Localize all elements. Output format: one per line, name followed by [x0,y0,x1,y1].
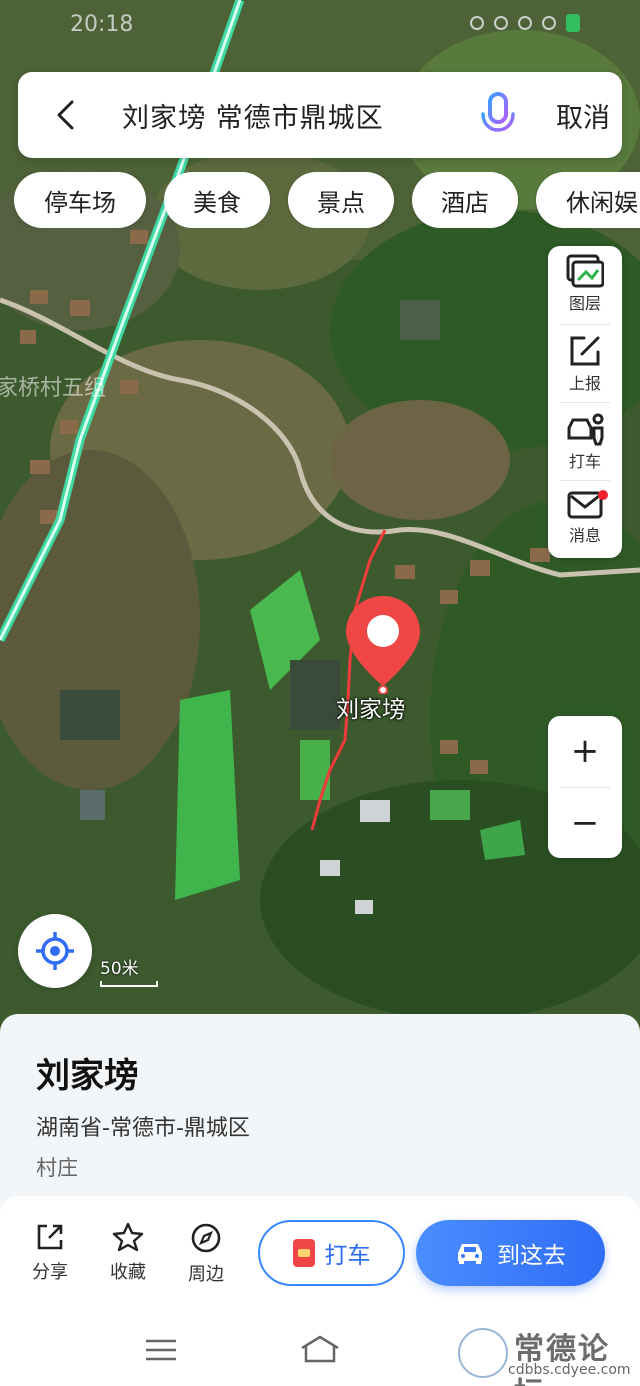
back-arrow-icon[interactable] [52,98,82,132]
share-label: 分享 [32,1262,68,1283]
alarm-status-icon [494,16,508,30]
taxi-tool-button[interactable]: 打车 [548,404,622,482]
go-here-button[interactable]: 到这去 [416,1220,605,1286]
zoom-out-button[interactable]: − [548,788,622,858]
village-map-label: 家桥村五组 [0,376,107,401]
layers-button[interactable]: 图层 [548,246,622,324]
location-status-icon [470,16,484,30]
locate-me-button[interactable] [18,914,92,988]
cancel-button[interactable]: 取消 [556,96,610,135]
map-scale: 50米 [100,954,158,987]
status-time: 20:18 [70,12,134,37]
menu-icon[interactable] [146,1338,176,1362]
go-here-label: 到这去 [497,1243,566,1269]
layers-icon [566,254,604,288]
report-button[interactable]: 上报 [548,326,622,404]
taxi-tool-label: 打车 [568,452,601,471]
home-icon[interactable] [298,1334,342,1364]
place-address: 湖南省-常德市-鼎城区 [36,1116,250,1141]
taxi-button-label: 打车 [324,1243,371,1269]
report-label: 上报 [568,374,601,393]
action-bar: 分享 收藏 周边 打车 到这去 [0,1196,640,1316]
crosshair-locate-icon [36,932,74,970]
car-icon [458,1244,482,1264]
taxi-button[interactable]: 打车 [258,1220,405,1286]
status-icons [470,14,580,32]
map-tools-panel: 图层 上报 打车 消息 [548,246,622,558]
charging-status-icon [542,16,556,30]
layers-label: 图层 [568,294,601,313]
place-type: 村庄 [36,1156,78,1180]
messages-button[interactable]: 消息 [548,482,622,560]
zoom-in-button[interactable]: + [548,716,622,786]
taxi-person-icon [567,413,604,446]
edit-report-icon [570,336,600,366]
messages-label: 消息 [568,526,601,545]
forum-watermark: 常德论坛 cdbbs.cdyee.com [458,1324,638,1386]
pin-label: 刘家塝 [336,697,405,723]
share-icon [37,1224,63,1250]
microphone-icon[interactable] [480,92,516,138]
chip-attractions[interactable]: 景点 [288,172,394,228]
scale-label: 50米 [100,959,139,979]
zoom-control: + − [548,716,622,858]
compass-icon [191,1223,221,1253]
location-pin-icon[interactable] [344,594,422,694]
chip-leisure[interactable]: 休闲娱 [536,172,640,228]
system-nav-bar: 常德论坛 cdbbs.cdyee.com [0,1316,640,1386]
star-icon [112,1222,144,1252]
battery-icon [566,14,580,32]
favorite-button[interactable]: 收藏 [98,1222,158,1284]
search-bar[interactable]: 刘家塝 常德市鼎城区 取消 [18,72,622,158]
wifi-status-icon [518,16,532,30]
forum-logo-icon [458,1328,508,1378]
notification-badge [598,490,608,500]
status-bar: 20:18 [0,0,640,52]
nearby-button[interactable]: 周边 [176,1222,236,1286]
favorite-label: 收藏 [110,1262,146,1283]
chip-hotels[interactable]: 酒店 [412,172,518,228]
chip-food[interactable]: 美食 [164,172,270,228]
chip-parking[interactable]: 停车场 [14,172,146,228]
nearby-label: 周边 [188,1264,224,1285]
red-envelope-icon [292,1239,315,1267]
share-button[interactable]: 分享 [20,1222,80,1284]
category-chips: 停车场 美食 景点 酒店 休闲娱 [14,172,640,228]
watermark-url: cdbbs.cdyee.com [508,1362,631,1378]
search-query[interactable]: 刘家塝 常德市鼎城区 [122,96,384,135]
place-name: 刘家塝 [36,1056,138,1096]
